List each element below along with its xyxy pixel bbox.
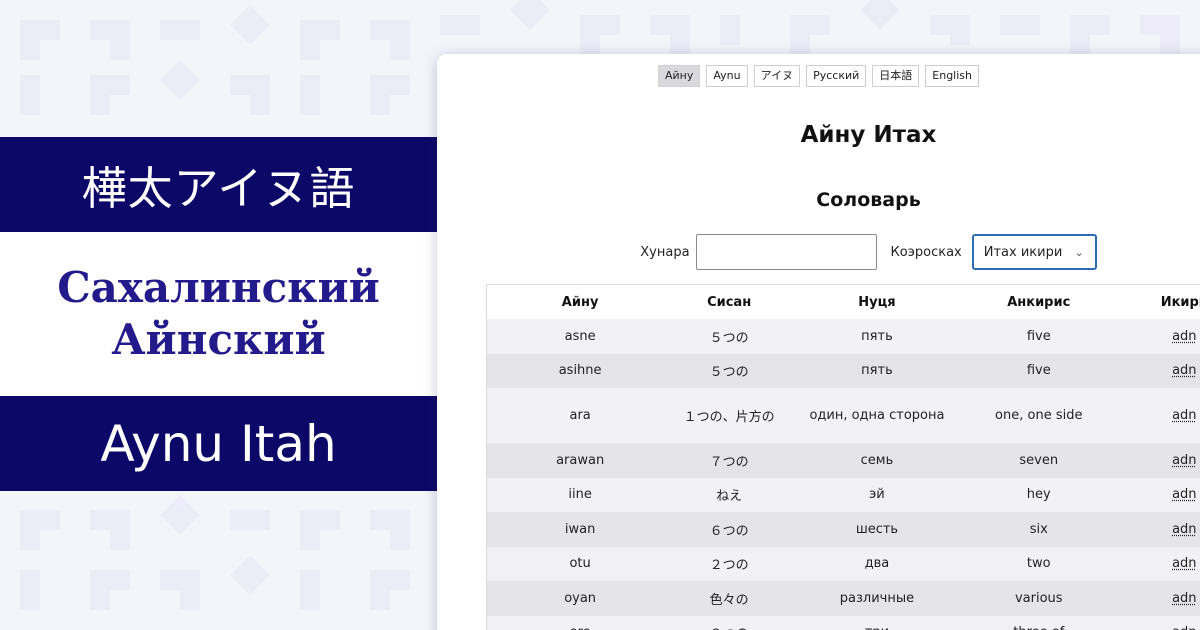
cell-russian: семь bbox=[785, 443, 969, 478]
table-row: asihne ５つの пять five adn bbox=[487, 353, 1200, 388]
cell-russian: различные bbox=[785, 581, 969, 616]
cell-japanese: ７つの bbox=[673, 443, 785, 478]
column-header-russian[interactable]: Нуця bbox=[785, 285, 969, 319]
cell-english: various bbox=[968, 581, 1109, 616]
cell-part-of-speech: adn bbox=[1108, 615, 1200, 630]
dictionary-table: Айну Сисан Нуця Анкирис Икири asne ５つの п… bbox=[487, 285, 1200, 630]
column-header-aynu[interactable]: Айну bbox=[487, 285, 674, 319]
title-band-russian: Сахалинский Айнский bbox=[0, 232, 437, 396]
cell-aynu: ara bbox=[487, 388, 674, 443]
dictionary-window: Айну Aynu アイヌ Русский 日本語 English Айну И… bbox=[437, 54, 1200, 630]
pos-abbreviation[interactable]: adn bbox=[1172, 363, 1196, 378]
cell-japanese: ２つの bbox=[673, 546, 785, 581]
cell-english: five bbox=[968, 353, 1109, 388]
category-select[interactable]: Итах икири ⌄ bbox=[971, 234, 1097, 270]
pos-abbreviation[interactable]: adn bbox=[1172, 329, 1196, 344]
search-label: Хунара bbox=[640, 244, 690, 260]
column-header-part-of-speech[interactable]: Икири bbox=[1108, 285, 1200, 319]
title-russian-line2: Айнский bbox=[111, 315, 326, 364]
column-header-japanese[interactable]: Сисан bbox=[673, 285, 785, 319]
cell-part-of-speech: adn bbox=[1108, 388, 1200, 443]
table-row: iine ねえ эй hey adn bbox=[487, 477, 1200, 512]
title-russian-line1: Сахалинский bbox=[57, 263, 380, 312]
cell-aynu: iine bbox=[487, 477, 674, 512]
cell-english: three of bbox=[968, 615, 1109, 630]
pos-abbreviation[interactable]: adn bbox=[1172, 453, 1196, 468]
table-row: asne ５つの пять five adn bbox=[487, 319, 1200, 354]
category-selected-value: Итах икири bbox=[983, 244, 1063, 260]
cell-aynu: iwan bbox=[487, 512, 674, 547]
pos-abbreviation[interactable]: adn bbox=[1172, 408, 1196, 423]
cell-russian: один, одна сторона bbox=[785, 388, 969, 443]
cell-english: one, one side bbox=[968, 388, 1109, 443]
dictionary-table-container: Айну Сисан Нуця Анкирис Икири asne ５つの п… bbox=[486, 284, 1200, 630]
cell-aynu: oyan bbox=[487, 581, 674, 616]
title-latin: Aynu Itah bbox=[100, 414, 337, 473]
table-row: otu ２つの два two adn bbox=[487, 546, 1200, 581]
cell-aynu: asne bbox=[487, 319, 674, 354]
cell-japanese: ６つの bbox=[673, 512, 785, 547]
cell-part-of-speech: adn bbox=[1108, 546, 1200, 581]
lang-button-aynu-cyrillic[interactable]: Айну bbox=[658, 65, 701, 87]
search-input[interactable] bbox=[695, 234, 877, 270]
title-japanese: 樺太アイヌ語 bbox=[81, 162, 356, 215]
cell-english: two bbox=[968, 546, 1109, 581]
cell-english: seven bbox=[968, 443, 1109, 478]
lang-button-japanese[interactable]: 日本語 bbox=[872, 65, 920, 87]
cell-part-of-speech: adn bbox=[1108, 512, 1200, 547]
cell-japanese: １つの、片方の bbox=[673, 388, 785, 443]
language-switcher: Айну Aynu アイヌ Русский 日本語 English bbox=[437, 65, 1200, 87]
title-band-latin: Aynu Itah bbox=[0, 396, 437, 491]
cell-russian: шесть bbox=[785, 512, 969, 547]
chevron-down-icon: ⌄ bbox=[1074, 245, 1084, 259]
cell-russian: два bbox=[785, 546, 969, 581]
cell-russian: пять bbox=[785, 319, 969, 354]
table-row: arawan ７つの семь seven adn bbox=[487, 443, 1200, 478]
cell-russian: пять bbox=[785, 353, 969, 388]
table-row: ore ３つの три three of adn bbox=[487, 615, 1200, 630]
pos-abbreviation[interactable]: adn bbox=[1172, 522, 1196, 537]
cell-russian: эй bbox=[785, 477, 969, 512]
pos-abbreviation[interactable]: adn bbox=[1172, 487, 1196, 502]
cell-japanese: ねえ bbox=[673, 477, 785, 512]
table-row: oyan 色々の различные various adn bbox=[487, 581, 1200, 616]
pos-abbreviation[interactable]: adn bbox=[1172, 591, 1196, 606]
category-label: Коэросках bbox=[890, 244, 962, 260]
lang-button-russian[interactable]: Русский bbox=[806, 65, 867, 87]
table-row: iwan ６つの шесть six adn bbox=[487, 512, 1200, 547]
cell-japanese: ５つの bbox=[673, 353, 785, 388]
title-panel: 樺太アイヌ語 Сахалинский Айнский Aynu Itah bbox=[0, 137, 437, 491]
cell-japanese: ３つの bbox=[673, 615, 785, 630]
table-header-row: Айну Сисан Нуця Анкирис Икири bbox=[487, 285, 1200, 319]
section-title: Соловарь bbox=[816, 189, 921, 211]
cell-aynu: otu bbox=[487, 546, 674, 581]
table-row: ara １つの、片方の один, одна сторона one, one … bbox=[487, 388, 1200, 443]
cell-english: five bbox=[968, 319, 1109, 354]
cell-part-of-speech: adn bbox=[1108, 319, 1200, 354]
cell-russian: три bbox=[785, 615, 969, 630]
cell-part-of-speech: adn bbox=[1108, 477, 1200, 512]
cell-japanese: ５つの bbox=[673, 319, 785, 354]
lang-button-english[interactable]: English bbox=[925, 65, 979, 87]
cell-part-of-speech: adn bbox=[1108, 581, 1200, 616]
lang-button-aynu-latin[interactable]: Aynu bbox=[706, 65, 748, 87]
filter-bar: Хунара Коэросках Итах икири ⌄ bbox=[437, 234, 1200, 270]
column-header-english[interactable]: Анкирис bbox=[968, 285, 1109, 319]
pos-abbreviation[interactable]: adn bbox=[1172, 556, 1196, 571]
pos-abbreviation[interactable]: adn bbox=[1172, 625, 1196, 630]
cell-japanese: 色々の bbox=[673, 581, 785, 616]
cell-english: six bbox=[968, 512, 1109, 547]
cell-part-of-speech: adn bbox=[1108, 443, 1200, 478]
cell-aynu: ore bbox=[487, 615, 674, 630]
cell-aynu: arawan bbox=[487, 443, 674, 478]
title-band-japanese: 樺太アイヌ語 bbox=[0, 137, 437, 232]
cell-part-of-speech: adn bbox=[1108, 353, 1200, 388]
cell-english: hey bbox=[968, 477, 1109, 512]
lang-button-aynu-kana[interactable]: アイヌ bbox=[753, 65, 801, 87]
page-title: Айну Итах bbox=[800, 122, 937, 148]
cell-aynu: asihne bbox=[487, 353, 674, 388]
